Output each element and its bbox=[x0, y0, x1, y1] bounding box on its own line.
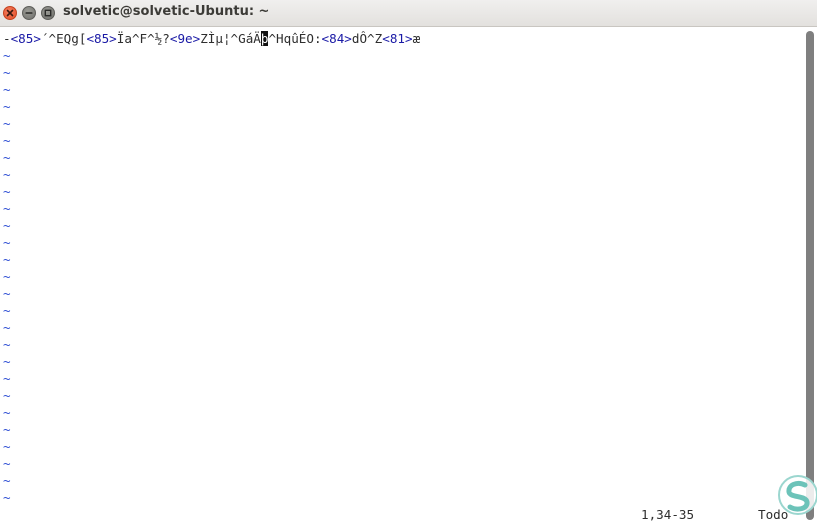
empty-line-marker: ~ bbox=[3, 150, 11, 165]
content-text: dÔ^Z bbox=[351, 31, 383, 46]
empty-line-marker: ~ bbox=[3, 269, 11, 284]
escape-sequence: <84> bbox=[321, 31, 352, 46]
empty-line-marker: ~ bbox=[3, 65, 11, 80]
empty-line-marker: ~ bbox=[3, 388, 11, 403]
empty-line-marker: ~ bbox=[3, 252, 11, 267]
content-text: ^HqûÉO: bbox=[268, 31, 322, 46]
escape-sequence: <85> bbox=[86, 31, 117, 46]
empty-line-marker: ~ bbox=[3, 116, 11, 131]
terminal-window: solvetic@solvetic-Ubuntu: ~ -<85>´^EQg[<… bbox=[0, 0, 817, 524]
minimize-button[interactable] bbox=[22, 6, 36, 20]
empty-line-marker: ~ bbox=[3, 354, 11, 369]
empty-line-marker: ~ bbox=[3, 184, 11, 199]
maximize-button[interactable] bbox=[41, 6, 55, 20]
empty-line-marker: ~ bbox=[3, 473, 11, 488]
escape-sequence: <85> bbox=[10, 31, 41, 46]
empty-line-marker: ~ bbox=[3, 490, 11, 505]
empty-line-marker: ~ bbox=[3, 235, 11, 250]
content-text: ´^EQg[ bbox=[40, 31, 87, 46]
window-title: solvetic@solvetic-Ubuntu: ~ bbox=[63, 4, 270, 19]
minimize-icon bbox=[25, 12, 33, 14]
watermark-logo bbox=[778, 475, 817, 515]
empty-line-marker: ~ bbox=[3, 456, 11, 471]
close-icon bbox=[6, 9, 14, 17]
empty-line-marker: ~ bbox=[3, 422, 11, 437]
content-text: Ïa^F^½? bbox=[116, 31, 170, 46]
maximize-icon bbox=[44, 9, 52, 17]
empty-line-marker: ~ bbox=[3, 218, 11, 233]
empty-line-marker: ~ bbox=[3, 303, 11, 318]
empty-line-marker: ~ bbox=[3, 439, 11, 454]
close-button[interactable] bbox=[3, 6, 17, 20]
vertical-scrollbar[interactable] bbox=[806, 31, 814, 520]
empty-line-marker: ~ bbox=[3, 99, 11, 114]
empty-line-marker: ~ bbox=[3, 405, 11, 420]
escape-sequence: <9e> bbox=[169, 31, 201, 46]
empty-line-marker: ~ bbox=[3, 48, 11, 63]
empty-line-marker: ~ bbox=[3, 371, 11, 386]
empty-line-marker: ~ bbox=[3, 82, 11, 97]
file-content-line[interactable]: -<85>´^EQg[<85>Ïa^F^½?<9e>ZÌµ¦^GáÄþ^HqûÉ… bbox=[3, 30, 420, 47]
empty-line-marker: ~ bbox=[3, 337, 11, 352]
empty-line-marker: ~ bbox=[3, 167, 11, 182]
empty-line-marker: ~ bbox=[3, 133, 11, 148]
content-text: - bbox=[3, 31, 11, 46]
content-text: ZÌµ¦^GáÄ bbox=[200, 31, 261, 46]
empty-line-marker: ~ bbox=[3, 320, 11, 335]
cursor-position: 1,34-35 bbox=[641, 507, 695, 522]
escape-sequence: <81> bbox=[382, 31, 413, 46]
title-bar[interactable]: solvetic@solvetic-Ubuntu: ~ bbox=[0, 0, 817, 27]
empty-line-marker: ~ bbox=[3, 286, 11, 301]
empty-line-marker: ~ bbox=[3, 201, 11, 216]
vim-editor[interactable]: -<85>´^EQg[<85>Ïa^F^½?<9e>ZÌµ¦^GáÄþ^HqûÉ… bbox=[0, 27, 804, 524]
content-text: æ bbox=[412, 31, 421, 46]
